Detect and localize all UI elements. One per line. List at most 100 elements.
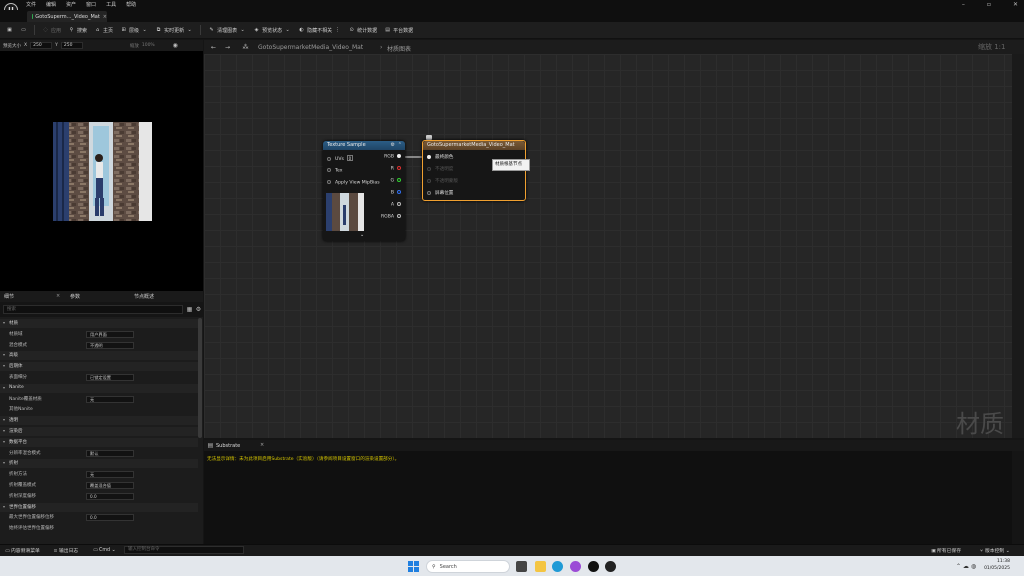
- system-tray-icons[interactable]: ⌃ ☁ ◍: [956, 563, 976, 570]
- details-property-row[interactable]: 始终评估世界位置偏移: [0, 524, 198, 533]
- home-button[interactable]: ⌂ 主页: [94, 27, 113, 34]
- search-button[interactable]: ⚲ 搜索: [68, 27, 87, 34]
- hierarchy-button[interactable]: ⊞ 层级 ⌄: [120, 27, 148, 34]
- save-button[interactable]: ▣: [6, 27, 13, 34]
- expand-arrow-icon[interactable]: ▾: [3, 363, 5, 368]
- windows-start-icon[interactable]: [408, 561, 419, 572]
- stats-button[interactable]: ⊙ 统计数据: [348, 27, 378, 34]
- details-property-row[interactable]: 材质域 用户界面: [0, 330, 198, 339]
- cmd-selector[interactable]: ▭Cmd⌄: [92, 547, 117, 554]
- material-graph-canvas[interactable]: [204, 54, 1012, 438]
- tab-node-overview[interactable]: 节点概述: [134, 293, 154, 300]
- pin-apply-view-mipbias[interactable]: Apply View MipBias: [327, 180, 380, 186]
- apply-button[interactable]: ◌ 应用: [42, 27, 61, 34]
- menu-asset[interactable]: 资产: [66, 0, 76, 10]
- menu-window[interactable]: 窗口: [86, 0, 96, 10]
- expand-chevron-icon[interactable]: ⌄: [360, 232, 364, 238]
- preview-x-input[interactable]: 250: [30, 42, 53, 49]
- property-value-field[interactable]: 已锁定设置: [86, 374, 134, 381]
- menu-tools[interactable]: 工具: [106, 0, 116, 10]
- breadcrumb-graph[interactable]: 材质图表: [387, 44, 411, 53]
- property-value-field[interactable]: 默认: [86, 449, 134, 457]
- details-search-input[interactable]: 搜索: [3, 305, 183, 314]
- property-value-field[interactable]: 覆盖混合值: [86, 482, 134, 489]
- menu-edit[interactable]: 编辑: [46, 0, 56, 10]
- pin-g[interactable]: G: [390, 178, 401, 184]
- pin-a[interactable]: A: [391, 202, 401, 208]
- details-section-header[interactable]: ▾ 材质: [0, 319, 198, 328]
- document-tab[interactable]: GotoSuperm..._Video_Mat ×: [27, 11, 107, 22]
- taskbar-search[interactable]: ⚲ Search: [426, 560, 510, 573]
- media-app-icon[interactable]: [605, 561, 616, 572]
- settings-gear-icon[interactable]: ⚙: [195, 306, 202, 313]
- details-section-header[interactable]: ▾ 渲染后: [0, 427, 198, 436]
- tab-details-close-icon[interactable]: ×: [56, 293, 60, 299]
- pin-rgb[interactable]: RGB: [384, 154, 401, 160]
- unreal-engine-taskbar-icon[interactable]: [588, 561, 599, 572]
- tab-substrate[interactable]: Substrate: [216, 443, 240, 449]
- texture-sample-node[interactable]: Texture Sample ⚙ ⌃ UVs 0 Tex Apply View M…: [323, 141, 405, 241]
- material-node-header[interactable]: GotoSupermarketMedia_Video_Mat: [423, 141, 525, 150]
- tab-substrate-close-icon[interactable]: ×: [260, 442, 264, 448]
- collapse-icon[interactable]: ⌃: [398, 141, 402, 150]
- tab-details[interactable]: 细节: [4, 293, 14, 300]
- edge-browser-icon[interactable]: [552, 561, 563, 572]
- hide-unrelated-button[interactable]: ◐ 隐藏不相关 ⋮: [298, 27, 341, 34]
- tab-close-icon[interactable]: ×: [103, 14, 107, 20]
- expand-arrow-icon[interactable]: ▾: [3, 428, 5, 433]
- expand-arrow-icon[interactable]: ▾: [3, 352, 5, 357]
- save-status[interactable]: ▣所有已保存: [930, 547, 961, 555]
- app-purple-icon[interactable]: [570, 561, 581, 572]
- property-value-field[interactable]: 无: [86, 395, 134, 403]
- maximize-icon[interactable]: ▫: [987, 0, 991, 10]
- property-value-field[interactable]: 不透明: [86, 341, 134, 349]
- details-property-row[interactable]: 折射覆盖模式 覆盖混合值: [0, 481, 198, 490]
- file-explorer-icon[interactable]: [535, 561, 546, 572]
- taskbar-clock[interactable]: 11:38 01/05/2025: [984, 558, 1010, 572]
- output-log-button[interactable]: ≡输出日志: [52, 547, 78, 555]
- tab-parameters[interactable]: 参数: [70, 293, 80, 300]
- eye-icon[interactable]: ◉: [172, 42, 179, 49]
- details-property-row[interactable]: 折射方法 无: [0, 470, 198, 479]
- expand-arrow-icon[interactable]: ▾: [3, 385, 5, 390]
- pin-r[interactable]: R: [391, 166, 401, 172]
- palette-side-tab[interactable]: [1012, 54, 1024, 438]
- scale-value[interactable]: 100%: [142, 43, 155, 48]
- back-arrow-icon[interactable]: ←: [210, 44, 217, 51]
- content-drawer-button[interactable]: ▭内容侧滑菜单: [4, 547, 40, 555]
- details-section-header[interactable]: ▾ 后期体: [0, 362, 198, 372]
- node-settings-icon[interactable]: ⚙: [391, 141, 395, 150]
- pin-b[interactable]: B: [391, 190, 401, 196]
- texture-node-header[interactable]: Texture Sample ⚙ ⌃: [323, 141, 405, 150]
- menu-file[interactable]: 文件: [26, 0, 36, 10]
- expand-arrow-icon[interactable]: ▾: [3, 504, 5, 509]
- browse-button[interactable]: ▭: [20, 27, 27, 34]
- details-section-header[interactable]: ▾ 世界位置偏移: [0, 502, 198, 512]
- live-update-button[interactable]: ⧉ 实时更新 ⌄: [155, 27, 193, 34]
- platform-stats-button[interactable]: ▤ 平台数据: [384, 27, 413, 34]
- details-property-row[interactable]: 折射深度偏移 0.0: [0, 492, 198, 501]
- expand-arrow-icon[interactable]: ▾: [3, 439, 5, 444]
- clean-graph-button[interactable]: ✎ 清理图表 ⌄: [208, 27, 246, 34]
- preview-y-input[interactable]: 250: [60, 42, 83, 49]
- pin-rgba[interactable]: RGBA: [381, 214, 401, 220]
- details-section-header[interactable]: ▾ 透明: [0, 416, 198, 426]
- forward-arrow-icon[interactable]: →: [224, 44, 231, 51]
- property-value-field[interactable]: 0.0: [86, 514, 134, 522]
- details-property-row[interactable]: 最大世界位置偏移位移 0.0: [0, 513, 198, 522]
- grid-view-icon[interactable]: ▦: [186, 306, 193, 313]
- details-property-row[interactable]: 分辨率混合模式 默认: [0, 449, 198, 458]
- pin-opacity-mask[interactable]: 不透明蒙版: [427, 178, 458, 184]
- expand-arrow-icon[interactable]: ▾: [3, 320, 5, 325]
- property-value-field[interactable]: 无: [86, 471, 134, 479]
- console-command-input[interactable]: 输入控制台命令: [124, 546, 244, 554]
- details-property-row[interactable]: 混合模式 不透明: [0, 341, 198, 350]
- property-value-field[interactable]: 用户界面: [86, 330, 134, 338]
- details-property-row[interactable]: Nanite覆盖材质 无: [0, 395, 198, 404]
- pin-tex[interactable]: Tex: [327, 168, 343, 174]
- uv-index-box[interactable]: 0: [346, 155, 353, 161]
- task-view-icon[interactable]: [516, 561, 527, 572]
- details-section-header[interactable]: ▾ 高级: [0, 351, 198, 361]
- close-window-icon[interactable]: ✕: [1013, 0, 1018, 10]
- pin-final-color[interactable]: 最终颜色: [427, 154, 453, 160]
